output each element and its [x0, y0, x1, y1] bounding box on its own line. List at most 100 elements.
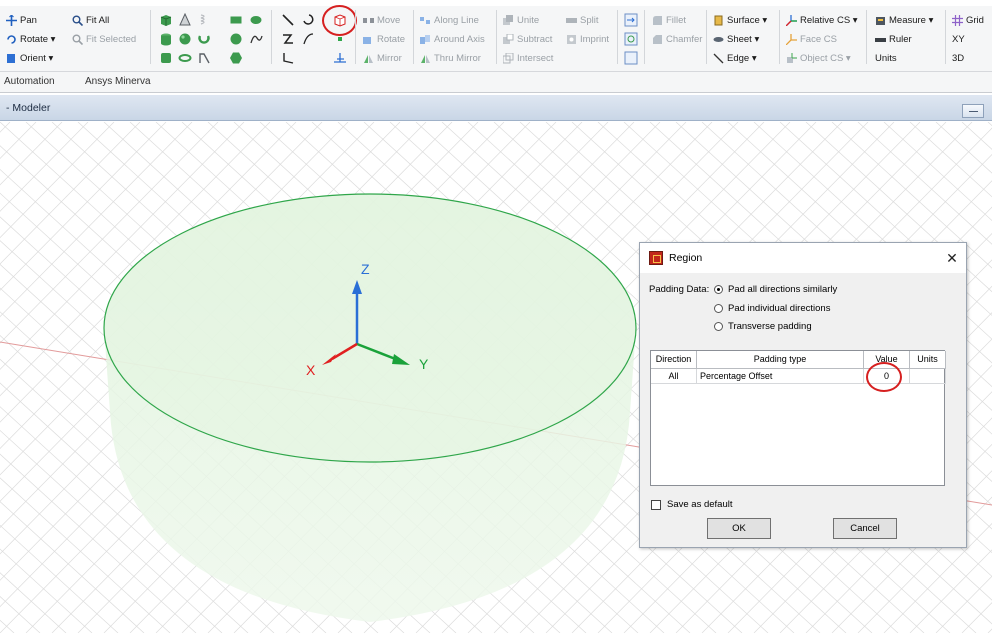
- sheet-icon: [713, 36, 724, 42]
- move-button[interactable]: Move: [363, 13, 400, 27]
- around-axis-button[interactable]: Around Axis: [420, 32, 485, 46]
- x-label: X: [306, 362, 316, 378]
- connect-icon[interactable]: [624, 32, 638, 46]
- split-icon: [566, 17, 577, 23]
- rectangle-icon[interactable]: [229, 13, 243, 27]
- rotate-icon: [7, 34, 16, 44]
- surface-menu[interactable]: Surface ▾: [713, 13, 767, 27]
- save-default-checkbox[interactable]: [651, 500, 661, 510]
- units-button[interactable]: Units: [875, 51, 897, 65]
- restore-window-button[interactable]: [962, 104, 984, 118]
- close-icon[interactable]: ✕: [942, 249, 962, 267]
- fillet-button[interactable]: Fillet: [652, 13, 686, 27]
- pan-button[interactable]: Pan: [6, 13, 37, 27]
- cancel-button[interactable]: Cancel: [833, 518, 897, 539]
- relative-cs-menu[interactable]: Relative CS ▾: [786, 13, 858, 27]
- thru-mirror-button[interactable]: Thru Mirror: [420, 51, 481, 65]
- fit-all-button[interactable]: Fit All: [72, 13, 109, 27]
- face-cs-button[interactable]: Face CS: [786, 32, 837, 46]
- object-cs-icon: [787, 52, 797, 63]
- polygon-icon[interactable]: [229, 51, 243, 65]
- radio-transverse-label: Transverse padding: [728, 321, 812, 332]
- intersect-button[interactable]: Intersect: [503, 51, 553, 65]
- thicken-icon[interactable]: [624, 51, 638, 65]
- object-cs-menu[interactable]: Object CS ▾: [786, 51, 851, 65]
- grid-line: [0, 572, 67, 633]
- z-label: Z: [361, 261, 370, 277]
- radio-pad-individual[interactable]: [714, 304, 723, 313]
- equation-curve-icon[interactable]: [249, 32, 263, 46]
- along-line-icon: [420, 16, 430, 24]
- ellipse-icon[interactable]: [249, 13, 263, 27]
- tab-ansys-minerva[interactable]: Ansys Minerva: [85, 76, 151, 87]
- edge-menu[interactable]: Edge ▾: [713, 51, 757, 65]
- surface-icon: [714, 15, 723, 25]
- imprint-icon: [567, 34, 576, 44]
- ok-button[interactable]: OK: [707, 518, 771, 539]
- col-units[interactable]: Units: [910, 351, 946, 369]
- spline-icon[interactable]: [281, 32, 295, 46]
- polyhedron-icon[interactable]: [197, 51, 211, 65]
- cell-units[interactable]: [910, 369, 946, 384]
- ruler-button[interactable]: Ruler: [875, 32, 912, 46]
- radio-pad-all[interactable]: [714, 285, 723, 294]
- edge-icon: [713, 53, 724, 63]
- mirror-button[interactable]: Mirror: [363, 51, 402, 65]
- grid-button[interactable]: Grid: [952, 13, 984, 27]
- grid-mode-select[interactable]: 3D: [952, 51, 964, 65]
- torus-icon[interactable]: [197, 32, 211, 46]
- cell-direction[interactable]: All: [651, 369, 697, 384]
- padding-table[interactable]: Direction Padding type Value Units All P…: [650, 350, 946, 486]
- ribbon-tabs: Automation Ansys Minerva: [0, 72, 992, 93]
- subtract-button[interactable]: Subtract: [503, 32, 552, 46]
- cone-icon[interactable]: [178, 13, 192, 27]
- transform-rotate-button[interactable]: Rotate: [363, 32, 405, 46]
- box-icon[interactable]: [159, 13, 173, 27]
- segment-icon[interactable]: [281, 51, 295, 65]
- intersect-icon: [503, 52, 514, 63]
- grid-plane-select[interactable]: XY: [952, 32, 965, 46]
- orient-button[interactable]: Orient ▾: [6, 51, 53, 65]
- y-label: Y: [419, 356, 429, 372]
- bondwire-icon[interactable]: [178, 51, 192, 65]
- mirror-icon: [364, 54, 373, 63]
- relative-cs-icon: [786, 14, 797, 26]
- save-default-label: Save as default: [667, 499, 733, 510]
- polyline-icon[interactable]: [301, 32, 315, 46]
- along-line-button[interactable]: Along Line: [420, 13, 479, 27]
- chamfer-icon: [653, 34, 662, 44]
- tab-automation[interactable]: Automation: [4, 76, 55, 87]
- line-icon[interactable]: [281, 13, 295, 27]
- chamfer-button[interactable]: Chamfer: [652, 32, 702, 46]
- radio-transverse[interactable]: [714, 322, 723, 331]
- helix-icon[interactable]: [197, 13, 211, 27]
- circle-icon[interactable]: [229, 32, 243, 46]
- fillet-icon: [653, 15, 662, 25]
- imprint-button[interactable]: Imprint: [566, 32, 609, 46]
- unite-button[interactable]: Unite: [503, 13, 539, 27]
- cylinder2-icon[interactable]: [159, 51, 173, 65]
- fit-selected-button[interactable]: Fit Selected: [72, 32, 136, 46]
- move-icon: [363, 17, 374, 23]
- rotate-object-icon: [363, 36, 371, 44]
- zoom-selected-icon: [72, 34, 83, 45]
- cell-padding-type[interactable]: Percentage Offset: [697, 369, 864, 384]
- unite-icon: [503, 14, 513, 25]
- ribbon-toolbar: Pan Rotate ▾ Orient ▾ Fit All Fit Select…: [0, 0, 992, 72]
- sweep-icon[interactable]: [624, 13, 638, 27]
- rotate-button[interactable]: Rotate ▾: [6, 32, 55, 46]
- measure-menu[interactable]: Measure ▾: [875, 13, 933, 27]
- ansys-app-icon: [649, 251, 663, 265]
- modeler-title: - Modeler: [6, 102, 51, 114]
- modeler-titlebar: - Modeler: [0, 95, 992, 121]
- col-padding-type[interactable]: Padding type: [697, 351, 864, 369]
- sphere-icon[interactable]: [178, 32, 192, 46]
- arc-icon[interactable]: [301, 13, 315, 27]
- split-button[interactable]: Split: [566, 13, 598, 27]
- dialog-titlebar: Region ✕: [640, 243, 966, 273]
- plane-icon[interactable]: [333, 51, 347, 65]
- orient-icon: [7, 53, 15, 63]
- cylinder-icon[interactable]: [159, 32, 173, 46]
- col-direction[interactable]: Direction: [651, 351, 697, 369]
- sheet-menu[interactable]: Sheet ▾: [713, 32, 759, 46]
